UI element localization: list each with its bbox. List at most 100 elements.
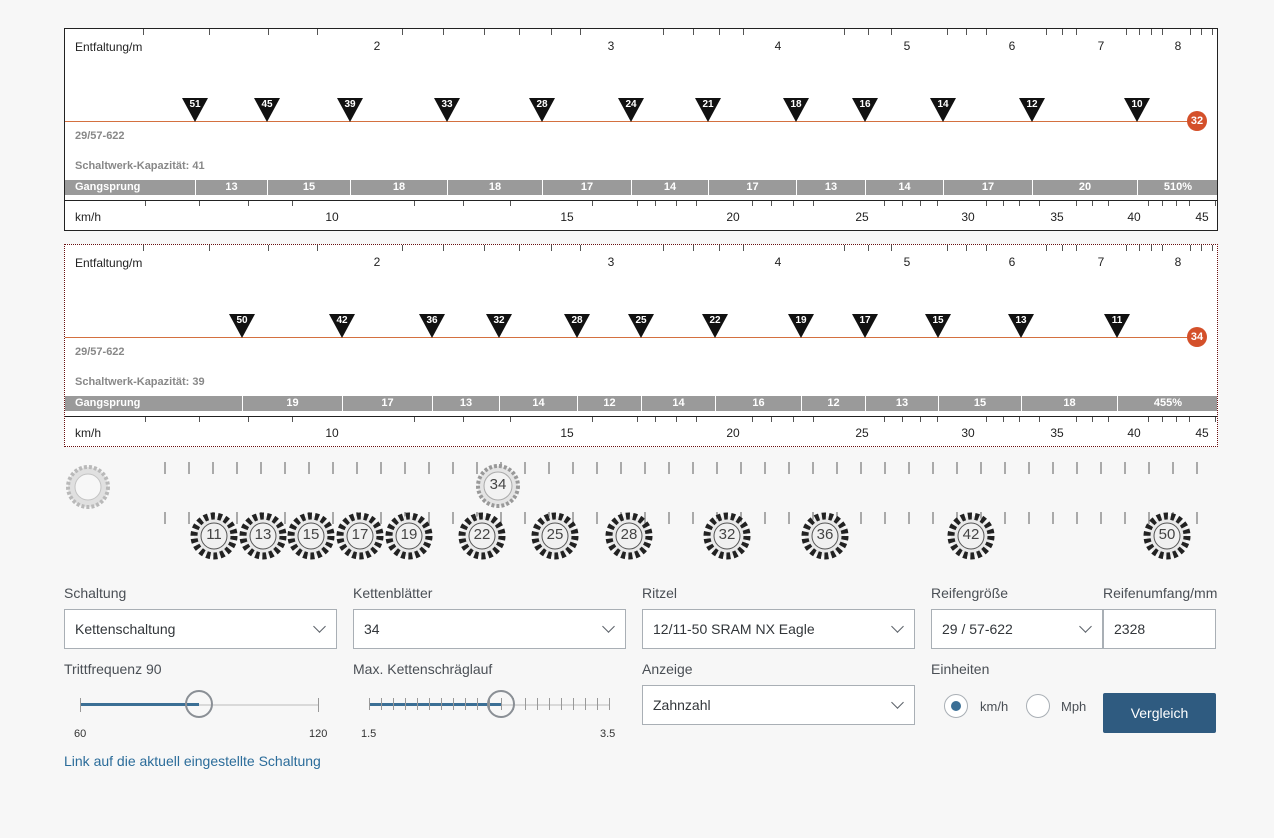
slider-handle[interactable]	[487, 690, 515, 718]
cog-icon[interactable]: 19	[385, 512, 433, 560]
speed-tick	[676, 417, 677, 422]
gear-marker[interactable]: 21	[695, 98, 721, 122]
cog-icon[interactable]: 50	[1143, 512, 1191, 560]
gear-marker[interactable]: 24	[618, 98, 644, 122]
gangsprung-cell: 17	[542, 180, 631, 195]
gear-marker[interactable]: 16	[852, 98, 878, 122]
shift-dash	[668, 512, 670, 524]
gear-marker[interactable]: 50	[229, 314, 255, 338]
gear-marker[interactable]: 42	[329, 314, 355, 338]
gear-marker[interactable]: 36	[419, 314, 445, 338]
active-chainring-label: 34	[489, 476, 507, 493]
cog-icon[interactable]: 28	[605, 512, 653, 560]
gear-marker[interactable]: 28	[529, 98, 555, 122]
gear-marker[interactable]: 25	[628, 314, 654, 338]
cog-icon[interactable]: 15	[287, 512, 335, 560]
slider-tick	[429, 698, 430, 710]
slider-tick	[549, 698, 550, 710]
entfaltung-tick	[551, 29, 552, 35]
anzeige-select[interactable]: Zahnzahl	[642, 685, 915, 725]
schraeglauf-label: Max. Kettenschräglauf	[353, 661, 493, 677]
chevron-down-icon	[313, 620, 326, 633]
cog-icon[interactable]: 17	[336, 512, 384, 560]
gear-marker[interactable]: 14	[930, 98, 956, 122]
gear-marker-label: 11	[1111, 315, 1123, 326]
entfaltung-tick	[891, 29, 892, 35]
cog-icon[interactable]: 25	[531, 512, 579, 560]
speed-axis-title: km/h	[75, 210, 102, 224]
slider-tick	[405, 698, 406, 710]
unit-mph-radio[interactable]	[1026, 694, 1050, 718]
einheiten-label: Einheiten	[931, 661, 990, 677]
cog-label: 42	[962, 526, 980, 543]
entfaltung-tick-label: 8	[1174, 255, 1182, 269]
gangsprung-bar: Gangsprung 13 15 18 18 17 14 17 13 14 17 20 510%	[65, 180, 1217, 195]
cassette-visual: 34 11 13 15 17 19 22 25 28 32 36 42 50	[64, 458, 1218, 568]
gear-chart-panel-1[interactable]: Entfaltung/m 2345678 29/57-622 Schaltwer…	[64, 28, 1218, 231]
gear-marker[interactable]: 32	[486, 314, 512, 338]
slider-tick	[477, 698, 478, 710]
speed-tick-label: 20	[726, 426, 740, 440]
gear-marker[interactable]: 13	[1008, 314, 1034, 338]
kettenblaetter-select[interactable]: 34	[353, 609, 626, 649]
gear-marker[interactable]: 39	[337, 98, 363, 122]
unit-kmh-label[interactable]: km/h	[980, 699, 1008, 714]
gear-marker-label: 42	[336, 315, 348, 326]
slider-handle[interactable]	[185, 690, 213, 718]
gear-marker[interactable]: 51	[182, 98, 208, 122]
cog-icon[interactable]: 13	[239, 512, 287, 560]
entfaltung-tick	[693, 29, 694, 35]
entfaltung-tick	[1126, 29, 1127, 35]
unit-mph-label[interactable]: Mph	[1061, 699, 1086, 714]
cog-icon[interactable]: 42	[947, 512, 995, 560]
schaltung-select[interactable]: Kettenschaltung	[64, 609, 337, 649]
gear-marker[interactable]: 15	[925, 314, 951, 338]
gear-marker-label: 15	[932, 315, 944, 326]
umfang-input[interactable]	[1103, 609, 1216, 649]
speed-tick	[1189, 201, 1190, 206]
reifen-label: Reifengröße	[931, 585, 1009, 601]
gangsprung-label: Gangsprung	[75, 181, 141, 193]
entfaltung-tick	[1139, 245, 1140, 251]
gear-marker[interactable]: 11	[1104, 314, 1130, 338]
ritzel-select[interactable]: 12/11-50 SRAM NX Eagle	[642, 609, 915, 649]
scrollbar[interactable]	[1274, 0, 1284, 838]
entfaltung-tick	[317, 29, 318, 35]
gear-marker[interactable]: 28	[564, 314, 590, 338]
current-config-link[interactable]: Link auf die aktuell eingestellte Schalt…	[64, 753, 321, 769]
speed-tick	[920, 201, 921, 206]
ratio-label: 29/57-622	[75, 130, 125, 142]
shift-dash	[908, 462, 910, 474]
schaltung-label: Schaltung	[64, 585, 127, 601]
cog-icon[interactable]: 32	[703, 512, 751, 560]
speed-tick	[1148, 417, 1149, 422]
entfaltung-tick-label: 2	[373, 255, 381, 269]
gear-marker[interactable]: 12	[1019, 98, 1045, 122]
gear-marker[interactable]: 19	[788, 314, 814, 338]
gear-marker[interactable]: 10	[1124, 98, 1150, 122]
gear-marker-label: 50	[236, 315, 248, 326]
shift-dash	[668, 462, 670, 474]
chevron-down-icon	[1079, 620, 1092, 633]
cog-icon[interactable]: 11	[190, 512, 238, 560]
entfaltung-tick-label: 5	[903, 39, 911, 53]
cog-icon[interactable]: 36	[801, 512, 849, 560]
gear-marker[interactable]: 22	[702, 314, 728, 338]
gear-marker[interactable]: 45	[254, 98, 280, 122]
gear-marker[interactable]: 17	[852, 314, 878, 338]
shift-dash	[884, 462, 886, 474]
slider-tick	[573, 698, 574, 710]
gear-marker[interactable]: 33	[434, 98, 460, 122]
entfaltung-tick	[268, 245, 269, 251]
shift-dash	[788, 512, 790, 524]
gear-chart-panel-2[interactable]: Entfaltung/m 2345678 29/57-622 Schaltwer…	[64, 244, 1218, 447]
reifen-select[interactable]: 29 / 57-622	[931, 609, 1103, 649]
cog-icon[interactable]: 22	[458, 512, 506, 560]
slider-tick	[609, 698, 610, 710]
gangsprung-cell: 510%	[1137, 180, 1217, 195]
compare-button[interactable]: Vergleich	[1103, 693, 1216, 733]
gear-marker[interactable]: 18	[783, 98, 809, 122]
unit-kmh-radio[interactable]	[944, 694, 968, 718]
schraeglauf-min: 1.5	[361, 728, 377, 740]
slider-max-tick	[318, 698, 319, 712]
